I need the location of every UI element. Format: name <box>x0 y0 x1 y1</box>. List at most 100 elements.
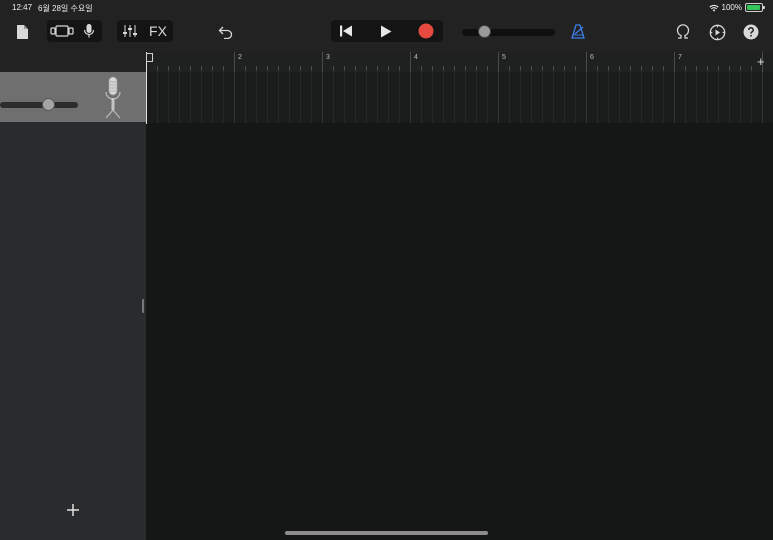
track-lane[interactable] <box>146 72 773 124</box>
playhead-handle[interactable] <box>146 53 153 62</box>
lane-grid-line <box>454 72 455 123</box>
ruler-beat-tick <box>641 66 642 71</box>
track-header-audio-recorder[interactable] <box>0 72 146 122</box>
plus-icon <box>67 504 79 516</box>
settings-icon <box>709 24 725 40</box>
ruler-beat-tick <box>212 66 213 71</box>
master-volume-slider[interactable] <box>462 29 555 36</box>
lane-grid-line <box>707 72 708 123</box>
my-songs-button[interactable] <box>12 22 32 42</box>
go-to-beginning-icon <box>340 25 352 37</box>
lane-grid-line <box>751 72 752 123</box>
instrument-button[interactable] <box>78 20 100 42</box>
toolbar: FX <box>0 16 773 52</box>
timeline-ruler[interactable]: 1 2 3 4 5 6 7 <box>146 52 773 73</box>
track-volume-knob[interactable] <box>42 98 55 111</box>
condenser-microphone-icon <box>105 76 121 119</box>
playhead[interactable] <box>146 52 147 124</box>
loop-browser-button[interactable] <box>673 21 693 43</box>
ruler-bar-number: 7 <box>678 54 682 61</box>
ruler-beat-tick <box>399 66 400 71</box>
ruler-beat-tick <box>542 66 543 71</box>
lane-grid-line <box>179 72 180 123</box>
ruler-beat-tick <box>355 66 356 71</box>
lane-grid-line <box>168 72 169 123</box>
add-section-button[interactable]: + <box>757 55 765 68</box>
add-track-button[interactable] <box>64 501 82 519</box>
lane-grid-line <box>410 72 411 123</box>
ruler-beat-tick <box>157 66 158 71</box>
fx-label: FX <box>149 23 167 39</box>
ruler-beat-tick <box>509 66 510 71</box>
ruler-beat-tick <box>597 66 598 71</box>
mixer-button[interactable] <box>118 20 142 42</box>
ruler-beat-tick <box>531 66 532 71</box>
lane-grid-line <box>245 72 246 123</box>
lane-grid-line <box>289 72 290 123</box>
ruler-beat-tick <box>190 66 191 71</box>
ruler-bar-line <box>586 52 587 72</box>
track-volume-slider[interactable] <box>0 102 78 108</box>
play-button[interactable] <box>372 20 400 42</box>
ruler-beat-tick <box>366 66 367 71</box>
ruler-beat-tick <box>652 66 653 71</box>
lane-grid-line <box>608 72 609 123</box>
lane-grid-line <box>498 72 499 123</box>
lane-grid-line <box>487 72 488 123</box>
ruler-bar-number: 6 <box>590 54 594 61</box>
fx-button[interactable]: FX <box>145 20 171 42</box>
ruler-beat-tick <box>696 66 697 71</box>
mixer-sliders-icon <box>123 25 137 37</box>
lane-grid-line <box>762 72 763 123</box>
settings-button[interactable] <box>707 21 727 43</box>
ruler-beat-tick <box>432 66 433 71</box>
metronome-button[interactable] <box>568 21 588 41</box>
ruler-beat-tick <box>278 66 279 71</box>
ruler-beat-tick <box>751 66 752 71</box>
lane-grid-line <box>388 72 389 123</box>
home-indicator[interactable] <box>285 531 488 535</box>
lane-grid-line <box>575 72 576 123</box>
record-button[interactable] <box>412 20 440 42</box>
help-button[interactable] <box>741 21 761 43</box>
ruler-beat-tick <box>421 66 422 71</box>
ruler-beat-tick <box>300 66 301 71</box>
lane-grid-line <box>652 72 653 123</box>
master-volume-knob[interactable] <box>478 25 491 38</box>
ruler-beat-tick <box>729 66 730 71</box>
ruler-beat-tick <box>718 66 719 71</box>
lane-grid-line <box>630 72 631 123</box>
tracks-view-button[interactable] <box>48 20 76 42</box>
go-to-beginning-button[interactable] <box>332 20 360 42</box>
lane-grid-line <box>641 72 642 123</box>
ruler-beat-tick <box>608 66 609 71</box>
track-view-icon <box>50 25 74 37</box>
ruler-beat-tick <box>454 66 455 71</box>
undo-button[interactable] <box>215 22 237 42</box>
lane-grid-line <box>531 72 532 123</box>
ruler-bar-number: 5 <box>502 54 506 61</box>
ruler-bar-line <box>410 52 411 72</box>
ruler-bar-number: 4 <box>414 54 418 61</box>
wifi-icon <box>708 4 719 11</box>
lane-grid-line <box>520 72 521 123</box>
status-indicators: 100% <box>708 3 765 12</box>
battery-icon <box>745 3 765 12</box>
lane-grid-line <box>432 72 433 123</box>
lane-grid-line <box>553 72 554 123</box>
lane-grid-line <box>564 72 565 123</box>
ruler-beat-tick <box>465 66 466 71</box>
lane-grid-line <box>256 72 257 123</box>
ruler-beat-tick <box>201 66 202 71</box>
lane-grid-line <box>399 72 400 123</box>
ruler-beat-tick <box>344 66 345 71</box>
tracks-area[interactable] <box>146 123 773 540</box>
ruler-beat-tick <box>443 66 444 71</box>
ruler-beat-tick <box>630 66 631 71</box>
ruler-beat-tick <box>575 66 576 71</box>
ruler-bar-number: 2 <box>238 54 242 61</box>
lane-grid-line <box>740 72 741 123</box>
panel-resize-handle[interactable] <box>142 299 144 313</box>
track-headers-panel <box>0 52 146 540</box>
ruler-beat-tick <box>520 66 521 71</box>
